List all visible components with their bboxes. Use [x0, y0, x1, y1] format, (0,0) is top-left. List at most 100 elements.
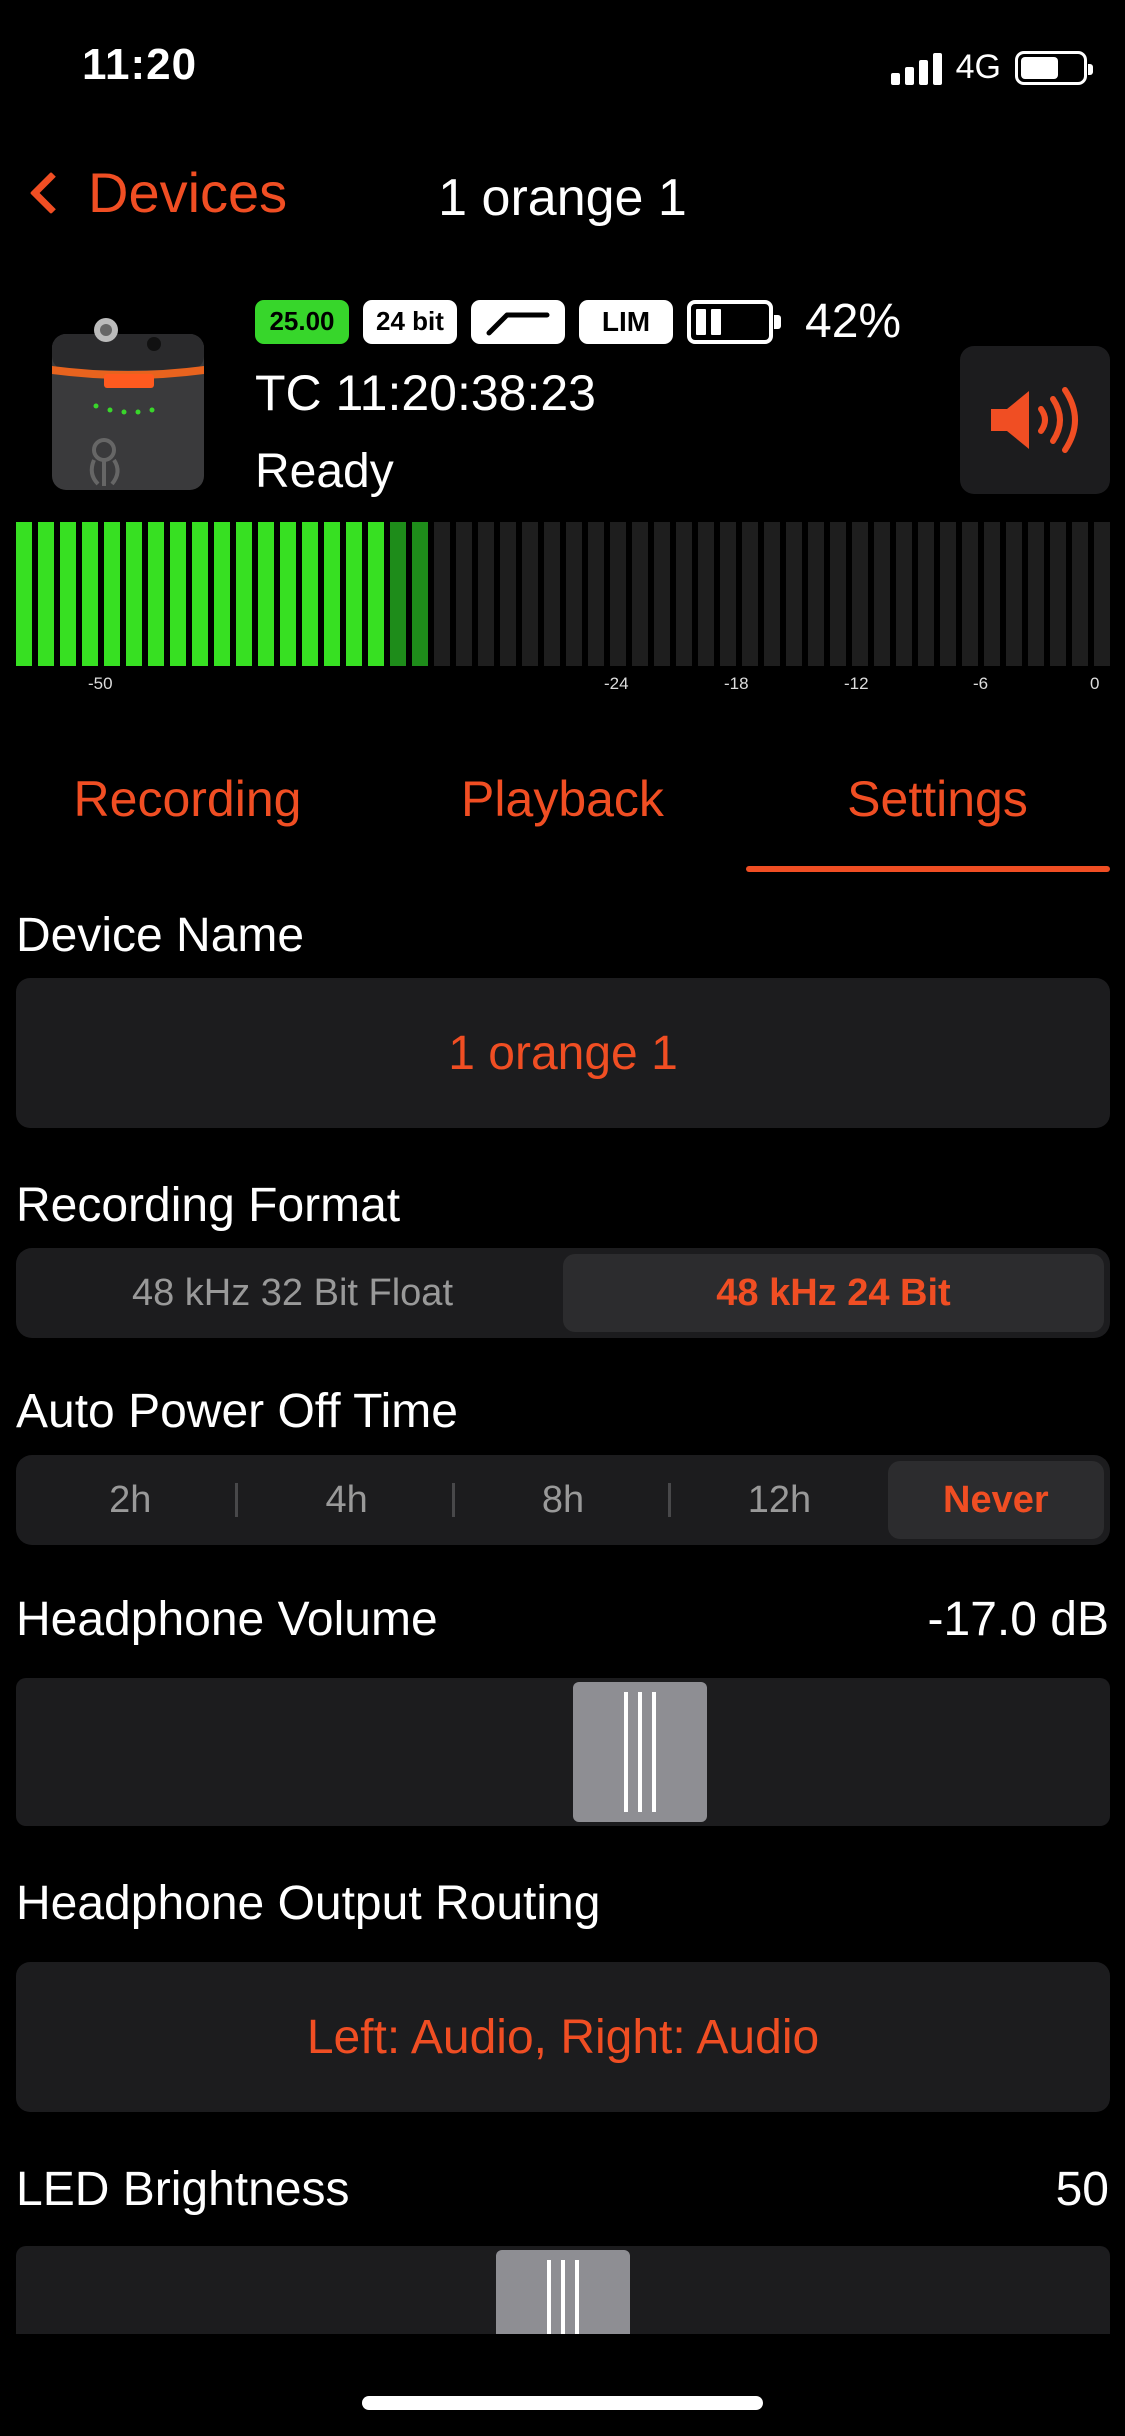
meter-bar	[566, 522, 582, 666]
tab-recording[interactable]: Recording	[0, 770, 375, 828]
meter-bar	[654, 522, 670, 666]
meter-scale-label: -6	[973, 674, 989, 693]
status-time: 11:20	[82, 40, 198, 89]
auto-power-off-label: Auto Power Off Time	[16, 1385, 458, 1438]
meter-bar	[170, 522, 186, 666]
meter-bar	[412, 522, 428, 666]
meter-bar	[1050, 522, 1066, 666]
device-battery-icon	[687, 299, 781, 344]
recording-format-label: Recording Format	[16, 1179, 401, 1232]
meter-bar	[38, 522, 54, 666]
meter-bar	[258, 522, 274, 666]
power-option-2h[interactable]: 2h	[22, 1461, 239, 1539]
battery-icon	[1015, 50, 1093, 85]
headphone-routing-field[interactable]: Left: Audio, Right: Audio	[16, 1962, 1110, 2112]
limiter-badge: LIM	[579, 299, 673, 344]
signal-icon	[890, 51, 942, 85]
meter-bar	[302, 522, 318, 666]
meter-bar	[478, 522, 494, 666]
meter-bar	[764, 522, 780, 666]
meter-bar	[984, 522, 1000, 666]
home-indicator[interactable]	[362, 2396, 763, 2410]
meter-bar	[1094, 522, 1110, 666]
tab-selected-indicator	[746, 866, 1110, 872]
meter-bar	[368, 522, 384, 666]
format-option-32bit-float[interactable]: 48 kHz 32 Bit Float	[22, 1254, 563, 1332]
meter-bar	[1006, 522, 1022, 666]
led-brightness-label: LED Brightness	[16, 2163, 350, 2216]
status-indicators: 4G	[890, 48, 1093, 87]
meter-scale-label: -24	[604, 674, 629, 693]
meter-bar	[786, 522, 802, 666]
level-meter	[16, 522, 1110, 666]
timecode: TC 11:20:38:23	[255, 365, 596, 421]
meter-bar	[280, 522, 296, 666]
meter-bar	[1072, 522, 1088, 666]
power-option-12h[interactable]: 12h	[671, 1461, 887, 1539]
headphone-volume-label: Headphone Volume	[16, 1593, 438, 1646]
meter-bar	[676, 522, 692, 666]
device-name-label: Device Name	[16, 909, 305, 962]
speaker-button[interactable]	[960, 346, 1110, 494]
meter-bar	[874, 522, 890, 666]
device-state: Ready	[255, 445, 394, 498]
meter-bar	[1028, 522, 1044, 666]
page-title: 1 orange 1	[438, 169, 687, 227]
meter-bar	[830, 522, 846, 666]
meter-bar	[896, 522, 912, 666]
power-option-never[interactable]: Never	[887, 1461, 1105, 1539]
headphone-volume-value: -17.0 dB	[927, 1593, 1109, 1646]
slider-thumb[interactable]	[573, 1682, 707, 1822]
meter-bar	[588, 522, 604, 666]
meter-bar	[808, 522, 824, 666]
meter-bar	[698, 522, 714, 666]
meter-bar	[852, 522, 868, 666]
meter-bar	[500, 522, 516, 666]
meter-bar	[390, 522, 406, 666]
tab-bar: Recording Playback Settings	[0, 770, 1125, 828]
format-option-24bit[interactable]: 48 kHz 24 Bit	[563, 1254, 1104, 1332]
meter-bar	[148, 522, 164, 666]
led-brightness-slider[interactable]	[16, 2246, 1110, 2334]
meter-scale-label: 0	[1090, 674, 1100, 693]
slider-thumb[interactable]	[496, 2250, 630, 2334]
meter-bar	[940, 522, 956, 666]
device-status-badges: 25.00 24 bit LIM 42%	[255, 294, 901, 349]
meter-bar	[456, 522, 472, 666]
headphone-volume-slider[interactable]	[16, 1678, 1110, 1826]
meter-bar	[632, 522, 648, 666]
meter-bar	[126, 522, 142, 666]
meter-bar	[214, 522, 230, 666]
power-option-4h[interactable]: 4h	[238, 1461, 456, 1539]
auto-power-off-control: 2h 4h 8h 12h Never	[16, 1455, 1110, 1545]
meter-bar	[610, 522, 626, 666]
meter-scale-label: -18	[724, 674, 749, 693]
meter-bar	[720, 522, 736, 666]
meter-bar	[324, 522, 340, 666]
power-option-8h[interactable]: 8h	[455, 1461, 672, 1539]
low-cut-filter-icon	[471, 299, 565, 344]
meter-bar	[918, 522, 934, 666]
meter-bar	[346, 522, 362, 666]
meter-bar	[192, 522, 208, 666]
meter-bar	[742, 522, 758, 666]
meter-bar	[60, 522, 76, 666]
recording-format-control: 48 kHz 32 Bit Float 48 kHz 24 Bit	[16, 1248, 1110, 1338]
network-label: 4G	[955, 48, 1001, 86]
device-name-field[interactable]: 1 orange 1	[16, 978, 1110, 1128]
meter-bar	[16, 522, 32, 666]
meter-bar	[962, 522, 978, 666]
meter-bar	[544, 522, 560, 666]
meter-bar	[522, 522, 538, 666]
bitdepth-badge: 24 bit	[363, 299, 457, 344]
speaker-icon	[991, 387, 1078, 453]
tab-settings[interactable]: Settings	[750, 770, 1125, 828]
meter-scale-label: -50	[88, 674, 113, 693]
led-brightness-value: 50	[1055, 2163, 1109, 2216]
meter-bar	[82, 522, 98, 666]
meter-scale-label: -12	[844, 674, 869, 693]
meter-bar	[104, 522, 120, 666]
headphone-routing-label: Headphone Output Routing	[16, 1877, 601, 1930]
battery-percent: 42%	[805, 295, 902, 348]
tab-playback[interactable]: Playback	[375, 770, 750, 828]
